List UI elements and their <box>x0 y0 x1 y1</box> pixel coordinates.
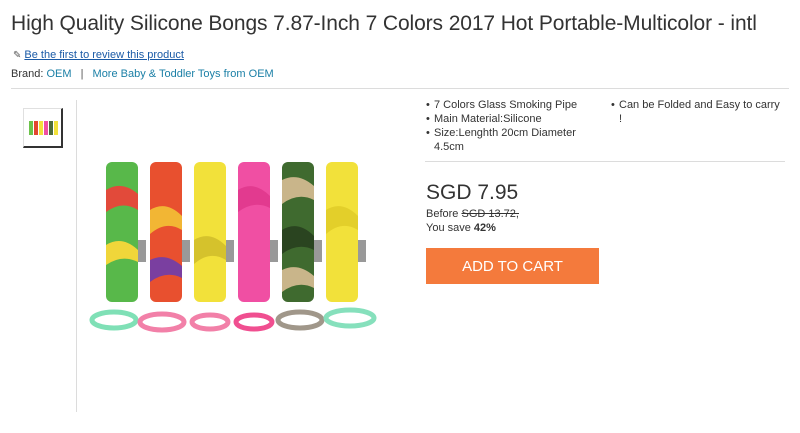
ring-mint-2 <box>323 307 377 329</box>
save-label: You save <box>426 222 471 234</box>
before-label: Before <box>426 208 459 220</box>
feature-list-left: 7 Colors Glass Smoking Pipe Main Materia… <box>425 98 595 154</box>
savings-row: You save 42% <box>426 222 496 234</box>
feature-item: Main Material:Silicone <box>425 112 595 126</box>
ring-pink-3 <box>233 312 275 332</box>
ring-mint <box>89 309 139 331</box>
original-price: SGD 13.72, <box>461 208 519 220</box>
bong-pink <box>238 162 278 302</box>
ring-pink-2 <box>189 312 231 332</box>
more-from-brand-link[interactable]: More Baby & Toddler Toys from OEM <box>93 68 274 80</box>
brand-separator: | <box>80 68 84 80</box>
feature-list-right: Can be Folded and Easy to carry ! <box>610 98 785 126</box>
bong-yellow-2 <box>326 162 366 302</box>
review-link[interactable]: Be the first to review this product <box>24 49 184 61</box>
review-row: ✎ Be the first to review this product <box>13 49 184 61</box>
header-divider <box>11 88 789 89</box>
ring-pink <box>137 311 187 333</box>
feature-item: 7 Colors Glass Smoking Pipe <box>425 98 595 112</box>
pencil-icon: ✎ <box>13 49 22 61</box>
feature-item: Can be Folded and Easy to carry ! <box>610 98 785 126</box>
product-image[interactable] <box>88 150 394 340</box>
bong-camo <box>282 162 322 302</box>
price-divider <box>425 161 785 162</box>
bong-red <box>150 162 190 302</box>
page-title: High Quality Silicone Bongs 7.87-Inch 7 … <box>11 12 757 35</box>
bong-green <box>106 162 146 302</box>
product-thumbnail[interactable] <box>23 108 63 148</box>
brand-row: Brand: OEM | More Baby & Toddler Toys fr… <box>11 68 274 80</box>
gallery-divider <box>76 100 77 412</box>
save-percent: 42% <box>473 222 496 234</box>
current-price: SGD 7.95 <box>426 181 519 204</box>
brand-link[interactable]: OEM <box>46 68 71 80</box>
feature-item: Size:Lenghth 20cm Diameter 4.5cm <box>425 126 595 154</box>
bong-yellow <box>194 162 234 302</box>
original-price-row: Before SGD 13.72, <box>426 208 519 220</box>
ring-gray <box>275 309 325 331</box>
add-to-cart-button[interactable]: ADD TO CART <box>426 248 599 284</box>
brand-label: Brand: <box>11 68 44 80</box>
